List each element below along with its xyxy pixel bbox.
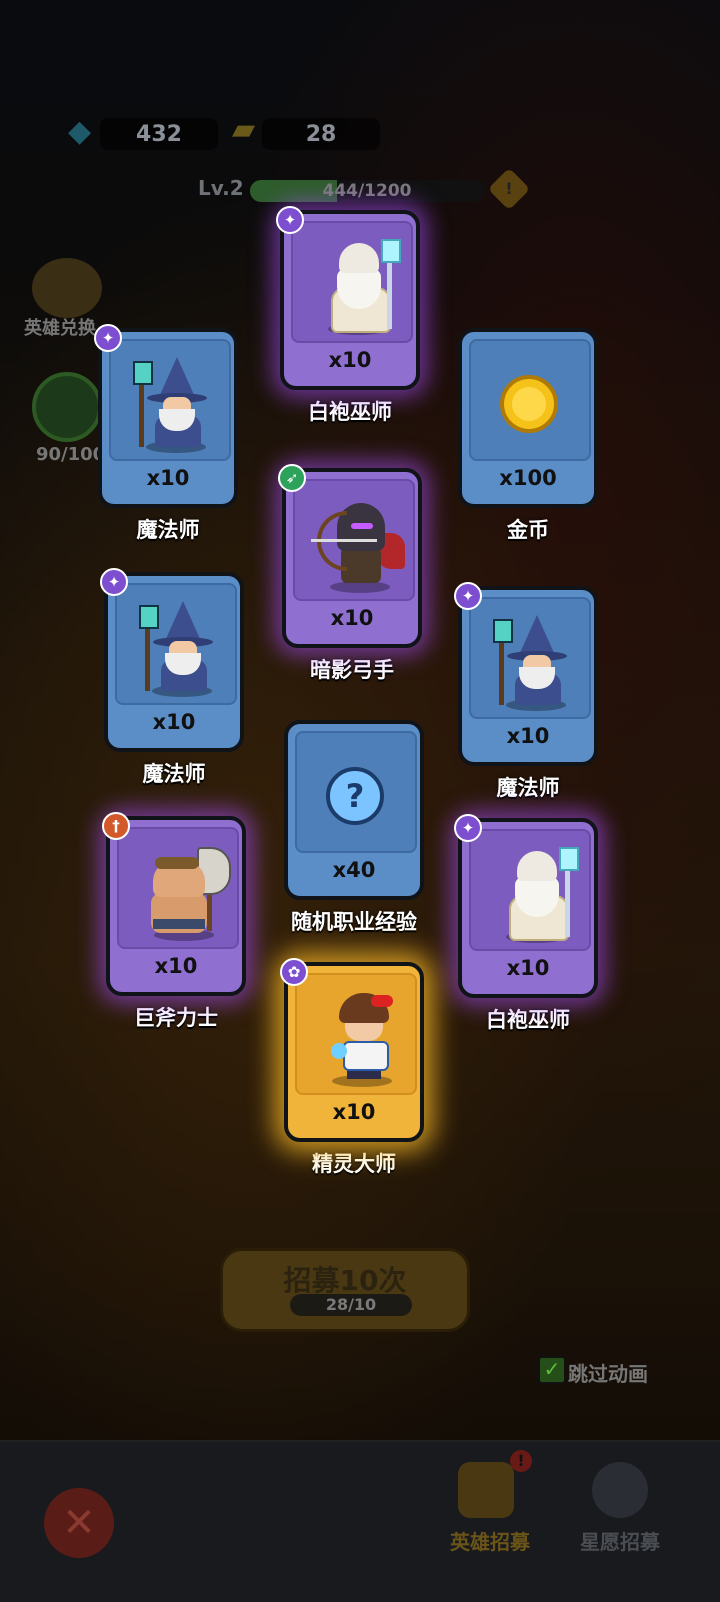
reward-card-axe-warrior[interactable]: x10 † 巨斧力士 xyxy=(102,812,246,1032)
recruit-ticket-count: 28/10 xyxy=(290,1294,412,1316)
tab-hero-recruit[interactable]: 英雄招募 xyxy=(450,1526,530,1555)
card-quantity: x10 xyxy=(152,710,196,734)
reward-card-spirit-master[interactable]: x10 ✿ 精灵大师 xyxy=(280,958,424,1178)
card-name: 白袍巫师 xyxy=(308,400,392,424)
card-name: 巨斧力士 xyxy=(134,1006,218,1030)
warrior-class-icon: † xyxy=(102,812,130,840)
mage-icon xyxy=(131,353,221,453)
reward-card-white-wizard-2[interactable]: x10 ✦ 白袍巫师 xyxy=(454,814,598,1034)
star-progress-text: 90/100 xyxy=(36,444,106,465)
card-quantity: x10 xyxy=(328,348,372,372)
alert-badge: ! xyxy=(510,1450,532,1472)
mage-icon xyxy=(137,597,227,697)
archer-class-icon: ➶ xyxy=(278,464,306,492)
card-name: 魔法师 xyxy=(136,518,200,542)
level-label: Lv.2 xyxy=(198,176,244,200)
gem-count: 432 xyxy=(136,121,182,147)
reward-card-mage-3[interactable]: x10 ✦ 魔法师 xyxy=(454,582,598,802)
card-quantity: x10 xyxy=(330,606,374,630)
shadow-archer-icon xyxy=(311,493,405,593)
white-wizard-icon xyxy=(491,843,581,943)
ticket-count: 28 xyxy=(305,121,337,147)
reward-card-shadow-archer[interactable]: x10 ➶ 暗影弓手 xyxy=(278,464,422,684)
skip-animation-label: 跳过动画 xyxy=(568,1362,648,1386)
white-wizard-icon xyxy=(313,235,403,335)
reward-card-gold-coin[interactable]: x100 金币 xyxy=(458,328,598,544)
card-quantity: x10 xyxy=(506,956,550,980)
card-quantity: x10 xyxy=(146,466,190,490)
magic-class-icon: ✦ xyxy=(100,568,128,596)
hero-exchange-label: 英雄兑换 xyxy=(24,318,96,339)
reward-card-mage-1[interactable]: x10 ✦ 魔法师 xyxy=(94,324,238,544)
xp-text: 444/1200 xyxy=(322,181,412,201)
star-recruit-tab-icon[interactable] xyxy=(592,1462,648,1518)
magic-class-icon: ✦ xyxy=(454,814,482,842)
mage-icon xyxy=(491,611,581,711)
hero-exchange-icon[interactable] xyxy=(32,258,102,318)
reward-card-mage-2[interactable]: x10 ✦ 魔法师 xyxy=(100,568,244,788)
gem-counter: 432 xyxy=(100,118,218,150)
card-quantity: x10 xyxy=(154,954,198,978)
skip-animation-checkbox[interactable]: ✓ xyxy=(538,1356,566,1384)
card-name: 魔法师 xyxy=(496,776,560,800)
card-name: 暗影弓手 xyxy=(310,658,394,682)
paw-class-icon: ✿ xyxy=(280,958,308,986)
gold-coin-icon xyxy=(500,375,558,433)
card-name: 金币 xyxy=(507,518,549,542)
recruit-10-button[interactable]: 招募10次 xyxy=(220,1248,470,1332)
magic-class-icon: ✦ xyxy=(94,324,122,352)
card-quantity: x40 xyxy=(332,858,376,882)
spirit-master-icon xyxy=(317,987,407,1087)
card-name: 白袍巫师 xyxy=(486,1008,570,1032)
question-orb-icon: ? xyxy=(326,767,384,825)
hero-recruit-tab-icon[interactable] xyxy=(458,1462,514,1518)
card-name: 魔法师 xyxy=(142,762,206,786)
close-icon[interactable]: ✕ xyxy=(44,1488,114,1558)
magic-class-icon: ✦ xyxy=(454,582,482,610)
reward-card-random-class-exp[interactable]: ? x40 随机职业经验 xyxy=(284,720,424,936)
gem-icon[interactable]: ◆ xyxy=(68,114,91,149)
ticket-icon[interactable]: ▰ xyxy=(232,112,255,147)
warning-icon[interactable]: ! xyxy=(487,167,531,211)
tab-star-recruit[interactable]: 星愿招募 xyxy=(580,1526,660,1555)
card-name: 随机职业经验 xyxy=(291,910,417,934)
magic-class-icon: ✦ xyxy=(276,206,304,234)
card-name: 精灵大师 xyxy=(312,1152,396,1176)
recruit-button-label: 招募10次 xyxy=(283,1264,407,1297)
card-quantity: x10 xyxy=(332,1100,376,1124)
card-quantity: x10 xyxy=(506,724,550,748)
card-quantity: x100 xyxy=(499,466,557,490)
star-progress-icon[interactable] xyxy=(32,372,102,442)
axe-warrior-icon xyxy=(139,841,231,941)
reward-card-white-wizard-1[interactable]: x10 ✦ 白袍巫师 xyxy=(276,206,420,426)
ticket-counter: 28 xyxy=(262,118,380,150)
